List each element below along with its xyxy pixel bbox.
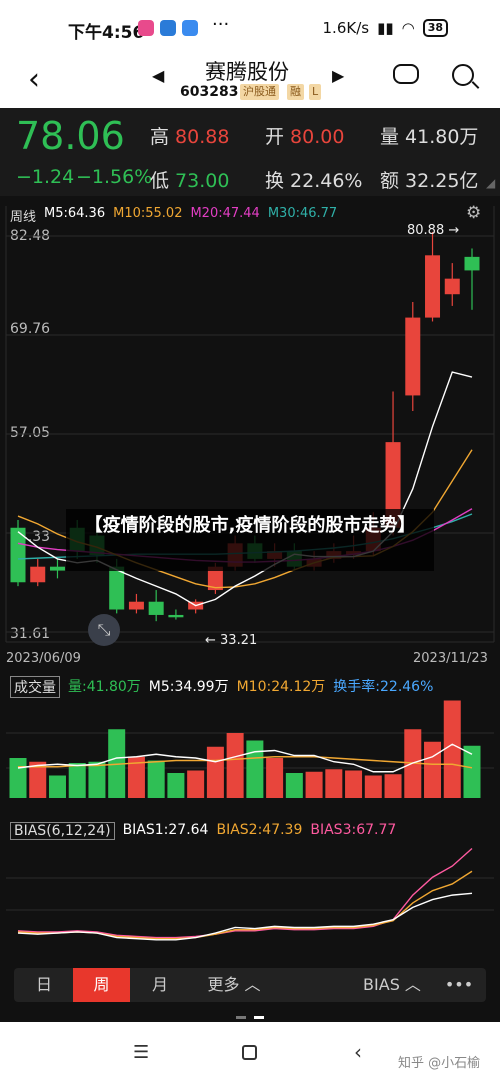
volume-ma5: M5:34.99万 xyxy=(148,679,229,695)
bias-svg xyxy=(6,847,494,941)
more-notifications-icon: ··· xyxy=(212,14,230,35)
nav-back-button[interactable]: ‹ xyxy=(354,1040,362,1064)
turnover-cell: 换 22.46% xyxy=(265,170,363,192)
current-price: 78.06 xyxy=(16,114,125,158)
volume-bar xyxy=(147,760,165,798)
price-change-pct: −1.56% xyxy=(76,166,153,188)
battery-icon: 38 xyxy=(422,19,448,37)
amount-cell: 额 32.25亿 xyxy=(380,170,479,192)
tab-week[interactable]: 周 xyxy=(73,968,130,1002)
app-notification-icon xyxy=(160,20,176,36)
candle-body xyxy=(464,256,480,271)
period-tabs: 日 周 月 更多 ︿ BIAS ︿ ••• xyxy=(0,968,500,1016)
candle-body xyxy=(148,601,164,615)
end-date: 2023/11/23 xyxy=(413,651,488,666)
tab-month[interactable]: 月 xyxy=(136,968,184,1002)
page-indicator xyxy=(254,1016,264,1019)
stock-header: ‹ ◀ 赛腾股份 603283 沪股通 融 L ▶ xyxy=(0,58,500,108)
bias-indicator-label[interactable]: BIAS(6,12,24) xyxy=(10,822,115,840)
candle-body xyxy=(168,614,184,618)
volume-svg xyxy=(6,700,494,798)
search-icon[interactable] xyxy=(452,64,474,86)
volume-legend: 成交量 量:41.80万 M5:34.99万 M10:24.12万 换手率:22… xyxy=(10,676,433,698)
candle-body xyxy=(128,601,144,610)
volume-bar xyxy=(9,758,27,798)
status-right: 1.6K/s ▮▮ ◠ 38 xyxy=(323,19,448,37)
volume-cell: 量 41.80万 xyxy=(380,126,479,148)
volume-value: 量:41.80万 xyxy=(68,679,141,695)
notification-icons xyxy=(138,20,198,36)
back-button[interactable]: ‹ xyxy=(28,62,40,97)
bias3-label: BIAS3:67.77 xyxy=(310,822,397,838)
fullscreen-icon[interactable]: ⤡ xyxy=(88,614,120,646)
candle-body xyxy=(109,566,125,610)
volume-bar xyxy=(325,769,343,798)
stock-code: 603283 xyxy=(180,84,239,100)
status-bar: 下午4:56 ··· 1.6K/s ▮▮ ◠ 38 xyxy=(0,0,500,58)
volume-bar xyxy=(285,773,303,798)
tag-badge: L xyxy=(309,84,322,100)
price-change: −1.24 xyxy=(16,166,75,188)
system-nav-bar: ☰ ‹ 知乎 @小石榆 xyxy=(0,1022,500,1083)
volume-bar xyxy=(88,761,106,798)
app-notification-icon xyxy=(138,20,154,36)
low-cell: 低 73.00 xyxy=(150,170,230,192)
recent-apps-button[interactable]: ☰ xyxy=(133,1042,149,1063)
bias1-line xyxy=(17,892,473,941)
tab-day[interactable]: 日 xyxy=(20,968,68,1002)
quote-panel: 78.06 −1.24 −1.56% 高 80.88 开 80.00 量 41.80万… xyxy=(0,108,500,196)
next-stock-button[interactable]: ▶ xyxy=(332,66,344,85)
high-marker: 80.88 → xyxy=(407,223,460,238)
robot-assistant-icon[interactable] xyxy=(393,64,419,84)
volume-bar xyxy=(48,775,66,798)
volume-indicator-label[interactable]: 成交量 xyxy=(10,676,60,698)
bias2-label: BIAS2:47.39 xyxy=(216,822,303,838)
volume-bar xyxy=(443,700,461,798)
network-speed: 1.6K/s xyxy=(322,19,370,37)
tab-menu[interactable]: ••• xyxy=(436,968,482,1002)
volume-bar xyxy=(206,746,224,798)
volume-bar xyxy=(226,733,244,798)
candle-body xyxy=(405,317,421,396)
app-notification-icon xyxy=(182,20,198,36)
volume-bar xyxy=(187,770,205,798)
volume-bar xyxy=(384,774,402,798)
status-time: 下午4:56 xyxy=(68,23,145,43)
bias-legend: BIAS(6,12,24) BIAS1:27.64 BIAS2:47.39 BI… xyxy=(10,822,396,840)
page-indicator xyxy=(236,1016,246,1019)
signal-icon: ▮▮ xyxy=(377,19,394,37)
tag-badge: 沪股通 xyxy=(240,84,279,100)
bias1-label: BIAS1:27.64 xyxy=(122,822,209,838)
prev-stock-button[interactable]: ◀ xyxy=(152,66,164,85)
candle-body xyxy=(30,566,46,583)
volume-bar xyxy=(364,775,382,798)
volume-bar xyxy=(68,763,86,798)
volume-bar xyxy=(345,770,363,798)
source-credit: 知乎 @小石榆 xyxy=(398,1056,481,1071)
candle-body xyxy=(444,278,460,295)
high-cell: 高 80.88 xyxy=(150,126,230,148)
low-marker: ← 33.21 xyxy=(205,633,258,648)
volume-ma10: M10:24.12万 xyxy=(236,679,326,695)
open-cell: 开 80.00 xyxy=(265,126,345,148)
volume-bar xyxy=(424,741,442,798)
expand-quote-icon[interactable]: ◢ xyxy=(486,176,495,190)
kline-svg xyxy=(5,206,495,643)
tab-indicator[interactable]: BIAS ︿ xyxy=(356,968,428,1002)
home-button[interactable] xyxy=(242,1045,257,1060)
volume-bar xyxy=(246,740,264,798)
turnover-rate: 换手率:22.46% xyxy=(333,679,434,695)
candle-body xyxy=(425,255,441,318)
tag-badge: 融 xyxy=(287,84,304,100)
tab-more[interactable]: 更多 ︿ xyxy=(198,968,270,1002)
start-date: 2023/06/09 xyxy=(6,651,81,666)
volume-bar xyxy=(305,771,323,798)
bias3-line xyxy=(17,847,473,939)
wifi-icon: ◠ xyxy=(401,19,415,37)
volume-bar xyxy=(167,773,185,798)
candle-body xyxy=(49,566,65,571)
watermark-caption: 【疫情阶段的股市,疫情阶段的股市走势】 xyxy=(66,509,434,571)
volume-bar xyxy=(266,758,284,798)
stock-name: 赛腾股份 xyxy=(205,60,289,84)
